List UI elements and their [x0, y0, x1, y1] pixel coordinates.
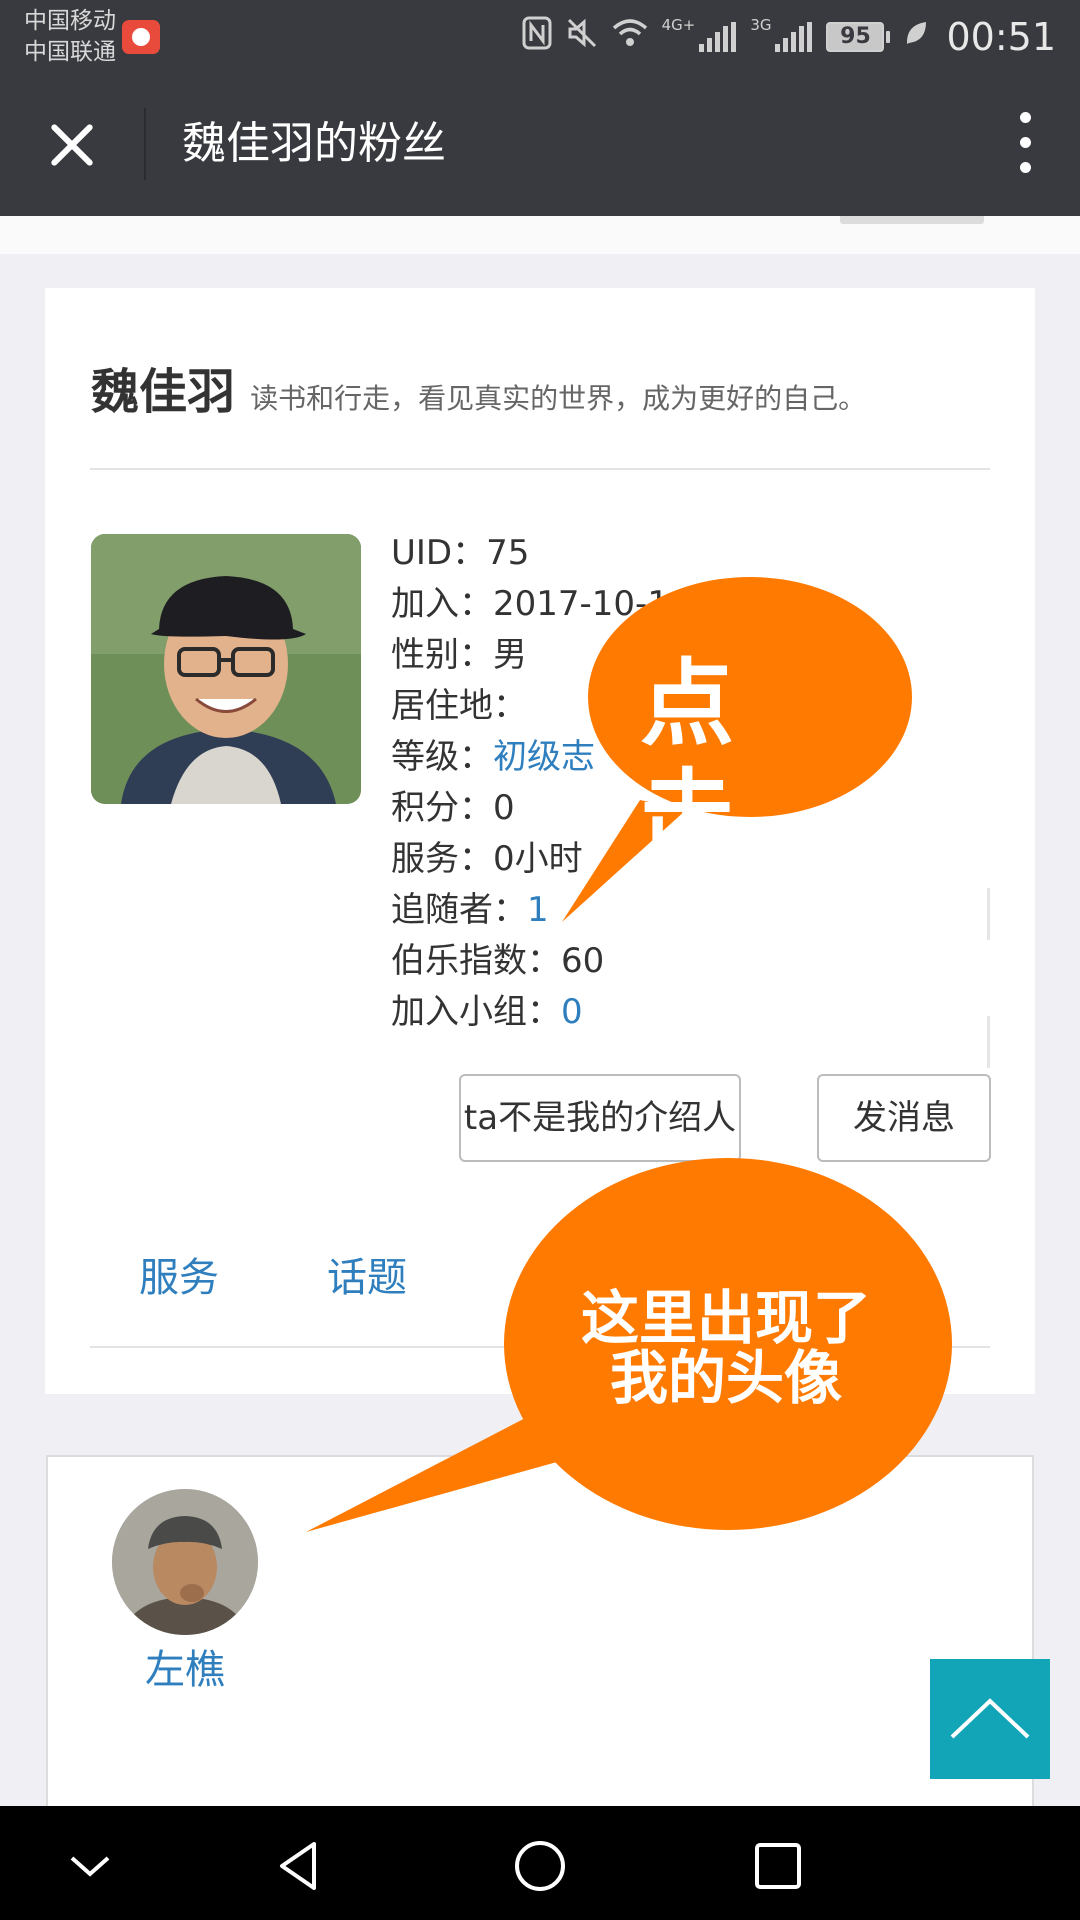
avatar-callout-line-2: 我的头像 — [609, 1344, 842, 1412]
battery-level: 95 — [826, 22, 885, 52]
top-strip — [0, 216, 1080, 254]
network-type-2: 3G — [750, 16, 772, 34]
back-triangle-icon[interactable] — [270, 1836, 330, 1896]
bole-index: 伯乐指数：60 — [391, 941, 605, 981]
followers-label: 追随者： — [391, 890, 527, 930]
divider — [987, 888, 990, 940]
level-link[interactable]: 初级志 — [493, 737, 595, 777]
battery-icon: 95 — [826, 22, 891, 52]
avatar-callout-text: 这里出现了 我的头像 — [556, 1288, 896, 1408]
join-date: 加入：2017-10-1 — [391, 584, 669, 624]
groups-row: 加入小组：0 — [391, 987, 669, 1038]
profile-header: 魏佳羽 读书和行走，看见真实的世界，成为更好的自己。 — [91, 352, 866, 422]
nfc-icon — [522, 16, 552, 58]
points: 积分：0 — [391, 788, 515, 828]
follower-avatar[interactable] — [112, 1489, 258, 1635]
tab-service[interactable]: 服务 — [139, 1250, 219, 1306]
signal-bars-2-icon — [775, 22, 813, 52]
carrier-2: 中国联通 — [24, 39, 116, 65]
page-title: 魏佳羽的粉丝 — [182, 118, 446, 169]
profile-info: UID：75 加入：2017-10-1 性别：男 居住地： 等级：初级志 积分：… — [391, 528, 669, 1038]
avatar-callout-line-1: 这里出现了 — [580, 1284, 871, 1352]
leaf-icon — [904, 19, 928, 55]
title-divider — [144, 108, 146, 180]
system-nav-bar — [0, 1806, 1080, 1920]
follower-name[interactable]: 左樵 — [112, 1643, 258, 1697]
status-bar: 中国移动 中国联通 4G+ 3G 95 00:51 — [0, 0, 1080, 72]
clock: 00:51 — [946, 15, 1056, 59]
scroll-to-top-button[interactable] — [930, 1659, 1050, 1779]
level-row: 等级：初级志 — [391, 732, 669, 783]
home-circle-icon[interactable] — [510, 1836, 570, 1896]
chevron-down-icon[interactable] — [60, 1836, 120, 1896]
notification-app-icon — [122, 20, 160, 54]
title-bar: 魏佳羽的粉丝 — [0, 72, 1080, 216]
carrier-info: 中国移动 中国联通 — [24, 6, 116, 68]
status-icons: 4G+ 3G 95 00:51 — [522, 14, 1056, 60]
followers-list: 左樵 — [46, 1455, 1034, 1855]
level-label: 等级： — [391, 737, 493, 777]
user-avatar[interactable] — [91, 534, 361, 804]
chevron-up-icon — [950, 1698, 1030, 1739]
gender: 性别：男 — [391, 635, 527, 675]
groups-count-link[interactable]: 0 — [561, 992, 583, 1032]
divider — [90, 468, 990, 470]
followers-row: 追随者：1 — [391, 885, 669, 936]
tab-topic[interactable]: 话题 — [327, 1250, 407, 1306]
followers-count-link[interactable]: 1 — [527, 890, 549, 930]
user-name: 魏佳羽 — [91, 364, 236, 420]
uid: UID：75 — [391, 533, 530, 573]
signal-bars-1-icon — [699, 22, 737, 52]
location: 居住地： — [391, 686, 527, 726]
more-vertical-icon[interactable] — [1010, 112, 1040, 178]
mute-icon — [566, 17, 598, 57]
send-message-button[interactable]: 发消息 — [817, 1074, 991, 1162]
recent-apps-square-icon[interactable] — [748, 1836, 808, 1896]
network-type-1: 4G+ — [661, 16, 696, 34]
user-motto: 读书和行走，看见真实的世界，成为更好的自己。 — [250, 382, 867, 415]
follower-item[interactable]: 左樵 — [112, 1489, 258, 1697]
service-hours: 服务：0小时 — [391, 839, 583, 879]
divider — [987, 1016, 990, 1068]
groups-label: 加入小组： — [391, 992, 561, 1032]
wifi-icon — [612, 18, 648, 56]
profile-card: 魏佳羽 读书和行走，看见真实的世界，成为更好的自己。 UID：75 加入：201… — [45, 288, 1035, 1394]
close-icon[interactable] — [40, 114, 104, 178]
carrier-1: 中国移动 — [24, 8, 116, 34]
click-callout-text: 点击 — [640, 650, 741, 869]
not-my-referrer-button[interactable]: ta不是我的介绍人 — [459, 1074, 741, 1162]
